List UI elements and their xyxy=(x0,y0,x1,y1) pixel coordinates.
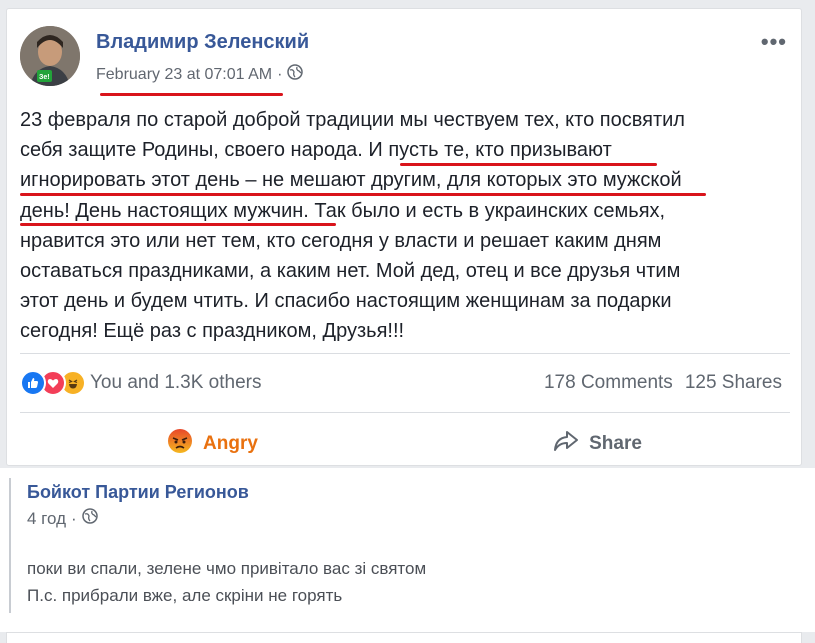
reactions-summary[interactable]: You and 1.3K others xyxy=(90,372,262,394)
next-card-edge xyxy=(6,632,802,643)
comment-quote: Бойкот Партии Регионов 4 год · поки ви с… xyxy=(9,478,727,613)
avatar-portrait: Зе! xyxy=(20,26,80,86)
post-text-line: игнорировать этот день – не мешают други… xyxy=(20,169,682,192)
post-stats: You and 1.3K others 178 Comments 125 Sha… xyxy=(20,369,782,397)
comment-text-line: П.с. прибрали вже, але скріни не горять xyxy=(27,586,343,605)
comments-count[interactable]: 178 Comments xyxy=(544,372,673,394)
svg-text:Зе!: Зе! xyxy=(39,74,50,81)
divider xyxy=(20,412,790,413)
post-text-line: нравится это или нет тем, кто сегодня у … xyxy=(20,229,662,252)
author-avatar[interactable]: Зе! xyxy=(20,26,80,86)
comment-text-line: поки ви спали, зелене чмо привітало вас … xyxy=(27,559,427,578)
comment-meta: 4 год · xyxy=(27,508,727,529)
comment-time[interactable]: 4 год xyxy=(27,509,66,529)
shares-count[interactable]: 125 Shares xyxy=(685,372,782,394)
post-actions: Angry Share xyxy=(20,421,790,467)
angry-label: Angry xyxy=(203,433,258,454)
post-text-line: 23 февраля по старой доброй традиции мы … xyxy=(20,109,685,131)
post-text-line: день! День настоящих мужчин. Так было и … xyxy=(20,199,666,222)
comment-author[interactable]: Бойкот Партии Регионов xyxy=(27,482,727,503)
like-icon xyxy=(20,370,46,396)
post-text-line: этот день и будем чтить. И спасибо насто… xyxy=(20,290,672,313)
angry-reaction-button[interactable]: Angry xyxy=(20,421,405,467)
share-label: Share xyxy=(589,433,642,454)
stats-right: 178 Comments 125 Shares xyxy=(544,372,782,394)
post-text-line: оставаться праздниками, а каким нет. Мой… xyxy=(20,260,681,283)
share-icon xyxy=(553,430,579,458)
more-options-icon[interactable]: ••• xyxy=(761,29,787,55)
divider xyxy=(20,353,790,354)
post-author-name[interactable]: Владимир Зеленский xyxy=(96,31,309,54)
post-text: 23 февраля по старой доброй традиции мы … xyxy=(20,105,780,347)
post-card: Зе! Владимир Зеленский February 23 at 07… xyxy=(6,8,802,466)
reaction-icons[interactable] xyxy=(20,370,86,396)
globe-icon xyxy=(287,64,304,85)
post-text-line: себя защите Родины, своего народа. И пус… xyxy=(20,139,612,162)
post-timestamp[interactable]: February 23 at 07:01 AM xyxy=(96,66,272,84)
underline-mark xyxy=(100,93,283,96)
meta-separator: · xyxy=(71,508,77,528)
share-button[interactable]: Share xyxy=(405,421,790,467)
angry-icon xyxy=(167,428,193,460)
meta-separator: · xyxy=(277,65,283,83)
globe-icon xyxy=(81,508,98,529)
post-text-line: сегодня! Ещё раз с праздником, Друзья!!! xyxy=(20,320,405,343)
post-meta: February 23 at 07:01 AM · xyxy=(96,64,304,85)
